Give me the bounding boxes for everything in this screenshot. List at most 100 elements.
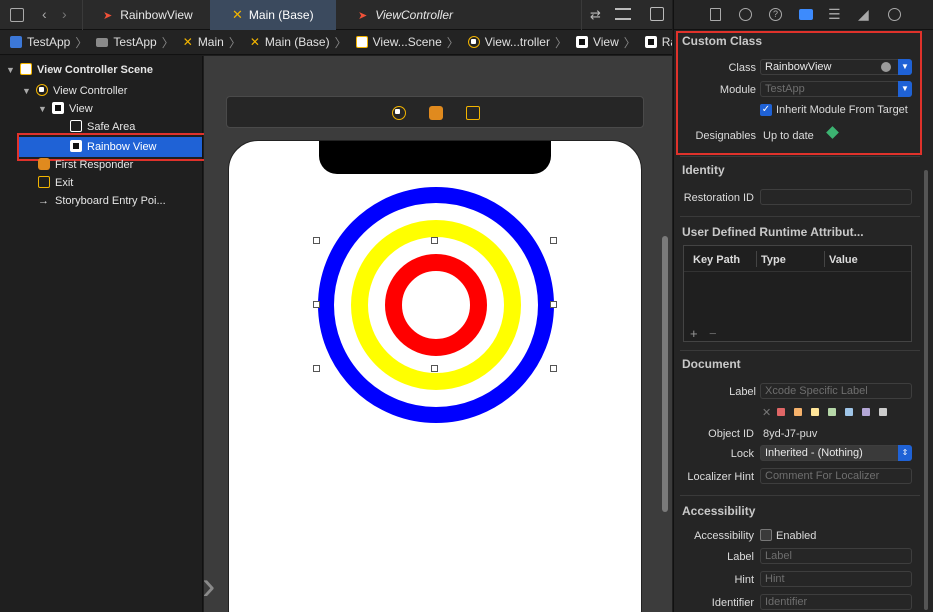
chevron-right-icon: 〉 bbox=[446, 35, 459, 50]
resize-handle[interactable] bbox=[313, 301, 320, 308]
breadcrumb-item-folder[interactable]: TestApp 〉 bbox=[96, 34, 178, 51]
resize-handle[interactable] bbox=[550, 237, 557, 244]
doc-label-field[interactable]: Xcode Specific Label bbox=[760, 383, 912, 399]
disclosure-icon[interactable]: ▼ bbox=[6, 61, 16, 79]
dropdown-icon[interactable]: ▼ bbox=[898, 59, 912, 75]
notch bbox=[319, 141, 551, 174]
identity-title: Identity bbox=[682, 163, 725, 177]
inherit-checkbox[interactable]: ✓ bbox=[760, 104, 772, 116]
outline-item-view-controller[interactable]: ▼ View Controller bbox=[22, 82, 127, 100]
swatch-yellow[interactable] bbox=[811, 408, 820, 416]
localizer-hint-field[interactable]: Comment For Localizer bbox=[760, 468, 912, 484]
first-responder-icon[interactable] bbox=[429, 106, 443, 120]
acc-identifier-field[interactable]: Identifier bbox=[760, 594, 912, 610]
designables-label: Designables bbox=[695, 130, 756, 142]
chevron-right-icon: 〉 bbox=[554, 35, 567, 50]
swatch-purple[interactable] bbox=[862, 408, 871, 416]
go-to-class-icon[interactable] bbox=[881, 62, 891, 72]
acc-label-field[interactable]: Label bbox=[760, 548, 912, 564]
resize-handle[interactable] bbox=[550, 301, 557, 308]
grid-icon[interactable] bbox=[10, 8, 24, 22]
class-label: Class bbox=[728, 62, 756, 74]
tab-rainbowview[interactable]: ➤ RainbowView bbox=[82, 0, 210, 30]
editor-options-icon[interactable] bbox=[615, 8, 631, 20]
breadcrumb-item-controller[interactable]: View...troller 〉 bbox=[467, 34, 572, 51]
resize-handle[interactable] bbox=[313, 237, 320, 244]
exit-icon[interactable] bbox=[466, 106, 480, 120]
breadcrumb-item-main[interactable]: ✕ Main 〉 bbox=[183, 34, 246, 51]
back-icon[interactable]: ‹ bbox=[42, 6, 47, 22]
tab-viewcontroller[interactable]: ➤ ViewController bbox=[336, 0, 582, 30]
arrow-right-icon: → bbox=[38, 195, 49, 207]
rainbow-view[interactable] bbox=[318, 187, 554, 423]
scene-icon bbox=[355, 36, 368, 48]
outline-item-first-responder[interactable]: First Responder bbox=[38, 156, 133, 174]
outline-scene[interactable]: ▼ View Controller Scene bbox=[6, 61, 153, 79]
swatch-orange[interactable] bbox=[794, 408, 803, 416]
outline-item-view[interactable]: ▼ View bbox=[38, 100, 93, 118]
remove-attribute-button[interactable]: − bbox=[709, 326, 717, 341]
inspector-tabs: ? ☰ ◢ bbox=[674, 0, 933, 30]
file-inspector-icon[interactable] bbox=[710, 8, 721, 21]
tab-label: Main (Base) bbox=[248, 8, 314, 22]
view-controller-icon[interactable] bbox=[392, 106, 406, 120]
connections-inspector-icon[interactable] bbox=[888, 8, 901, 21]
breadcrumb-item-rainbow-view[interactable]: Rainbow View bbox=[644, 35, 672, 49]
module-label: Module bbox=[719, 84, 756, 96]
column-key-path[interactable]: Key Path bbox=[693, 254, 740, 266]
accessibility-enabled-checkbox[interactable] bbox=[760, 529, 772, 541]
add-attribute-button[interactable]: + bbox=[690, 326, 698, 341]
swatch-red[interactable] bbox=[777, 408, 786, 416]
swatch-blue[interactable] bbox=[845, 408, 854, 416]
module-field[interactable]: TestApp ▼ bbox=[760, 81, 912, 97]
device-frame bbox=[228, 140, 642, 612]
udra-title: User Defined Runtime Attribut... bbox=[682, 225, 864, 239]
udra-table[interactable]: Key Path Type Value + − bbox=[683, 245, 912, 342]
udra-header: Key Path Type Value bbox=[684, 246, 911, 272]
breadcrumb-item-main-base[interactable]: ✕ Main (Base) 〉 bbox=[250, 34, 352, 51]
breadcrumb-item-view[interactable]: View 〉 bbox=[575, 34, 641, 51]
identity-inspector-icon[interactable] bbox=[799, 9, 813, 20]
column-type[interactable]: Type bbox=[761, 254, 786, 266]
column-value[interactable]: Value bbox=[829, 254, 858, 266]
entry-point-arrow-icon: › bbox=[204, 566, 215, 606]
outline-item-exit[interactable]: Exit bbox=[38, 174, 73, 192]
dropdown-icon[interactable]: ▼ bbox=[898, 81, 912, 97]
canvas[interactable]: › bbox=[204, 56, 672, 612]
split-editor-icon[interactable] bbox=[650, 7, 664, 21]
resize-handle[interactable] bbox=[431, 365, 438, 372]
breadcrumb: TestApp 〉 TestApp 〉 ✕ Main 〉 ✕ Main (Base) 〉 V… bbox=[0, 30, 672, 55]
acc-hint-field[interactable]: Hint bbox=[760, 571, 912, 587]
forward-icon[interactable]: › bbox=[62, 6, 67, 22]
resize-handle[interactable] bbox=[313, 365, 320, 372]
canvas-scrollbar[interactable] bbox=[662, 236, 668, 512]
chevron-right-icon: 〉 bbox=[334, 35, 347, 50]
swatch-gray[interactable] bbox=[879, 408, 888, 416]
lock-popup[interactable]: Inherited - (Nothing) ⇕ bbox=[760, 445, 912, 461]
ring-inner bbox=[385, 254, 487, 356]
breadcrumb-item-scene[interactable]: View...Scene 〉 bbox=[355, 34, 464, 51]
history-icon[interactable] bbox=[739, 8, 752, 21]
related-items-icon[interactable]: ⇄ bbox=[590, 7, 601, 23]
breadcrumb-item-project[interactable]: TestApp 〉 bbox=[10, 34, 92, 51]
tab-main-base[interactable]: ✕ Main (Base) bbox=[210, 0, 336, 30]
inspector-scrollbar[interactable] bbox=[924, 170, 928, 610]
disclosure-icon[interactable]: ▼ bbox=[38, 100, 48, 118]
resize-handle[interactable] bbox=[550, 365, 557, 372]
tab-label: RainbowView bbox=[120, 8, 193, 22]
resize-handle[interactable] bbox=[431, 237, 438, 244]
restoration-id-field[interactable] bbox=[760, 189, 912, 205]
class-field[interactable]: RainbowView ▼ bbox=[760, 59, 912, 75]
clear-color-icon[interactable]: ✕ bbox=[762, 407, 771, 419]
storyboard-icon: ✕ bbox=[232, 7, 243, 22]
outline-item-storyboard-entry[interactable]: → Storyboard Entry Poi... bbox=[38, 192, 166, 210]
accessibility-label: Accessibility bbox=[694, 530, 754, 542]
acc-identifier-label: Identifier bbox=[711, 597, 754, 609]
disclosure-icon[interactable]: ▼ bbox=[22, 82, 32, 100]
help-icon[interactable]: ? bbox=[769, 8, 782, 21]
object-id-value: 8yd-J7-puv bbox=[763, 428, 818, 440]
size-inspector-icon[interactable]: ◢ bbox=[858, 6, 869, 23]
attributes-inspector-icon[interactable]: ☰ bbox=[828, 6, 841, 23]
swatch-green[interactable] bbox=[828, 408, 837, 416]
exit-icon bbox=[38, 176, 50, 189]
